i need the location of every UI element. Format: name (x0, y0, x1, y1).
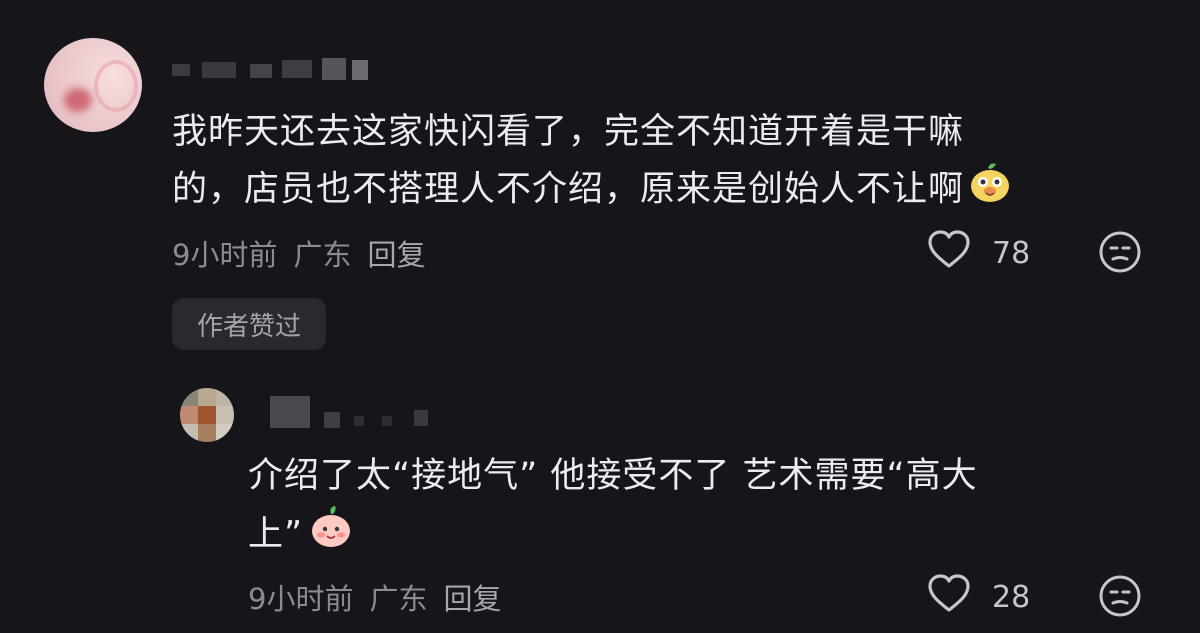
comment-text-line1: 我昨天还去这家快闪看了，完全不知道开着是干嘛 (172, 112, 965, 152)
reply-location: 广东 (369, 582, 428, 616)
comment-dislike-button[interactable] (1098, 230, 1142, 278)
commenter-username-blurred[interactable] (172, 58, 382, 80)
meh-face-icon (1098, 231, 1142, 278)
reply-text-line2: 上” (248, 504, 1168, 567)
comment-location: 广东 (293, 238, 352, 272)
reply-text: 介绍了太“接地气” 他接受不了 艺术需要“高大 上” (248, 448, 1168, 567)
heart-outline-icon (926, 572, 972, 622)
comment-text: 我昨天还去这家快闪看了，完全不知道开着是干嘛 的，店员也不搭理人不介绍，原来是创… (172, 104, 1162, 221)
reply-avatar[interactable] (180, 388, 234, 442)
author-liked-badge: 作者赞过 (172, 298, 326, 350)
reply-time: 9小时前 (248, 582, 354, 616)
comment-like-count: 78 (992, 235, 1031, 271)
peach-emoji-icon (307, 504, 355, 567)
comment-like-button[interactable]: 78 (926, 228, 1030, 278)
dog-emoji-icon (968, 160, 1012, 221)
reply-dislike-button[interactable] (1098, 574, 1142, 622)
reply-username-blurred[interactable] (270, 396, 470, 430)
reply-meta: 9小时前 广东 回复 (248, 576, 501, 618)
reply-reply-button[interactable]: 回复 (443, 576, 501, 618)
comment-meta: 9小时前 广东 回复 (172, 232, 425, 274)
meh-face-icon (1098, 575, 1142, 622)
comment-text-line2: 的，店员也不搭理人不介绍，原来是创始人不让啊 (172, 160, 1162, 221)
reply-text-line1: 介绍了太“接地气” 他接受不了 艺术需要“高大 (248, 456, 978, 496)
comment-time: 9小时前 (172, 238, 278, 272)
heart-outline-icon (926, 228, 972, 278)
commenter-avatar[interactable] (44, 38, 142, 132)
reply-like-count: 28 (992, 579, 1031, 615)
comment-reply-button[interactable]: 回复 (367, 232, 425, 274)
reply-like-button[interactable]: 28 (926, 572, 1030, 622)
